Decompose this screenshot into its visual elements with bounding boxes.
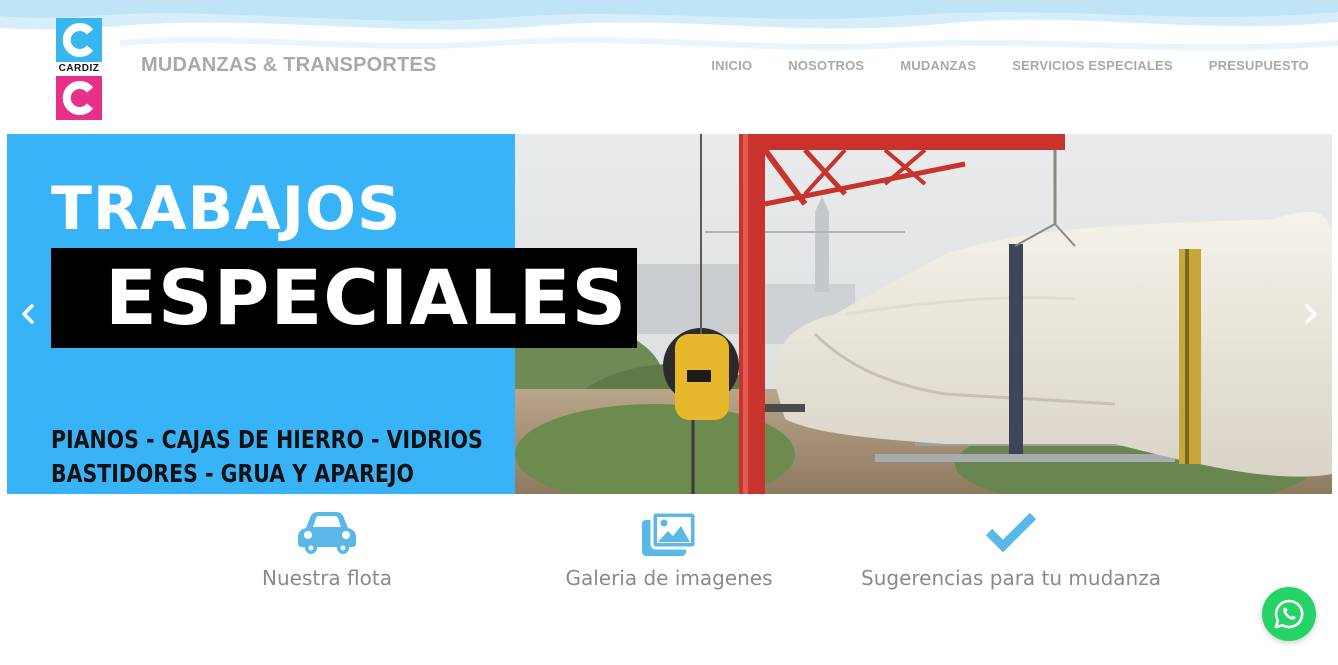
- nav-item-inicio[interactable]: INICIO: [711, 58, 752, 73]
- car-icon: [298, 512, 356, 554]
- slide-title-line1: TRABAJOS: [51, 174, 402, 244]
- slider-next-button[interactable]: [1296, 300, 1324, 328]
- feature-label: Nuestra flota: [262, 566, 392, 590]
- slide-title-box: ESPECIALES: [51, 248, 637, 348]
- whatsapp-button[interactable]: [1262, 587, 1316, 641]
- slide-photo-crane-lift: [515, 134, 1332, 494]
- logo-c-top-icon: [62, 23, 94, 57]
- feature-label: Galeria de imagenes: [565, 566, 773, 590]
- slide-title-line2: ESPECIALES: [105, 253, 628, 342]
- hero-slider: TRABAJOS PIANOS - CAJAS DE HIERRO - VIDR…: [7, 134, 1332, 494]
- feature-galeria-de-imagenes[interactable]: Galeria de imagenes: [499, 504, 839, 604]
- site-title[interactable]: MUDANZAS & TRANSPORTES: [141, 54, 437, 77]
- logo-c-bottom-icon: [62, 81, 94, 115]
- cardiz-logo[interactable]: CARDIZ: [56, 18, 102, 120]
- chevron-right-icon: [1305, 304, 1317, 324]
- nav-item-nosotros[interactable]: NOSOTROS: [788, 58, 864, 73]
- feature-nuestra-flota[interactable]: Nuestra flota: [157, 504, 497, 604]
- features-row: Nuestra flota Galeria de imagenes Sugere…: [0, 504, 1338, 604]
- feature-label: Sugerencias para tu mudanza: [861, 566, 1161, 590]
- logo-top-block: [56, 18, 102, 62]
- logo-bottom-block: [56, 76, 102, 120]
- page: CARDIZ MUDANZAS & TRANSPORTES INICIO NOS…: [0, 0, 1338, 665]
- slider-prev-button[interactable]: [15, 300, 43, 328]
- images-icon: [642, 512, 696, 556]
- header-wave-decoration: [0, 0, 1338, 51]
- main-nav: INICIO NOSOTROS MUDANZAS SERVICIOS ESPEC…: [711, 58, 1309, 73]
- slide-subtitle-line1: PIANOS - CAJAS DE HIERRO - VIDRIOS: [51, 425, 483, 454]
- whatsapp-icon: [1274, 599, 1304, 629]
- feature-sugerencias[interactable]: Sugerencias para tu mudanza: [841, 504, 1181, 604]
- slide-subtitle-line2: BASTIDORES - GRUA Y APAREJO: [51, 459, 414, 488]
- chevron-left-icon: [22, 304, 34, 324]
- nav-item-servicios-especiales[interactable]: SERVICIOS ESPECIALES: [1012, 58, 1173, 73]
- logo-text: CARDIZ: [58, 63, 100, 74]
- check-icon: [986, 512, 1036, 552]
- nav-item-mudanzas[interactable]: MUDANZAS: [900, 58, 976, 73]
- site-header: CARDIZ MUDANZAS & TRANSPORTES INICIO NOS…: [0, 0, 1338, 134]
- nav-item-presupuesto[interactable]: PRESUPUESTO: [1209, 58, 1309, 73]
